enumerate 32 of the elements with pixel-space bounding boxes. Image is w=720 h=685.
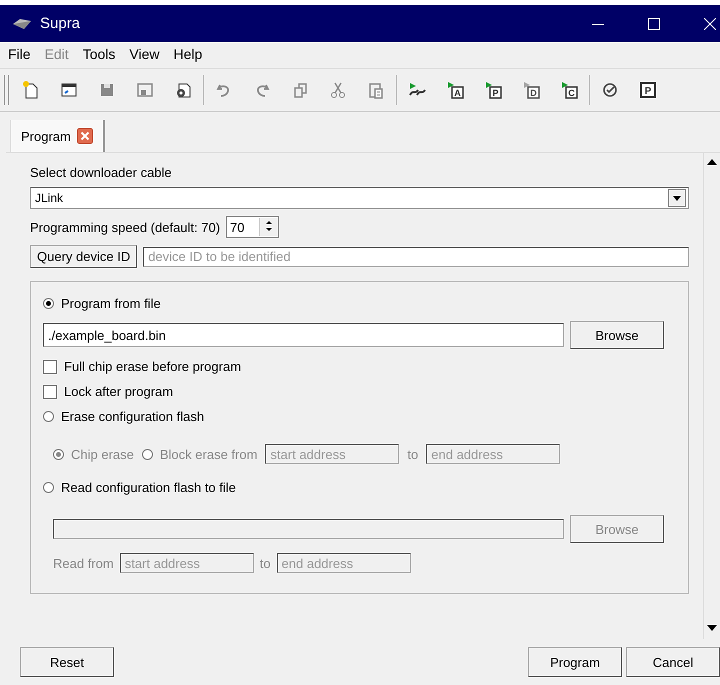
speed-spinbox[interactable]: 70 — [226, 216, 280, 238]
check-icon[interactable] — [600, 80, 620, 100]
box-icon[interactable]: P — [638, 80, 658, 100]
file-path-field[interactable]: ./example_board.bin — [43, 323, 564, 347]
tab[interactable]: Program — [10, 120, 105, 152]
read-from-label: Read from — [53, 556, 114, 570]
scrollbar[interactable] — [703, 153, 720, 639]
scroll-up-icon[interactable] — [707, 159, 717, 165]
checkbox-option[interactable]: Lock after program — [43, 384, 174, 399]
cable-dropdown[interactable]: JLink — [30, 187, 689, 209]
program-button[interactable]: Program — [528, 647, 622, 677]
cable-label: Select downloader cable — [30, 165, 173, 180]
menu-item[interactable]: View — [129, 46, 160, 64]
menu-item[interactable]: Tools — [82, 46, 116, 64]
maximize-icon[interactable] — [648, 18, 660, 30]
speed-label: Programming speed (default: 70) — [30, 220, 220, 234]
scroll-down-icon[interactable] — [707, 625, 717, 631]
radio-option[interactable]: Program from file — [43, 296, 161, 311]
cancel-button[interactable]: Cancel — [626, 647, 720, 677]
device-id-field[interactable]: device ID to be identified — [143, 246, 689, 266]
menu-item[interactable]: Help — [173, 46, 202, 64]
to-label: to — [407, 446, 418, 462]
app-icon — [12, 18, 32, 30]
browse-button[interactable]: Browse — [570, 321, 664, 349]
menu-item[interactable]: File — [8, 46, 31, 64]
reset-button[interactable]: Reset — [20, 647, 114, 677]
checkbox-option[interactable]: Full chip erase before program — [43, 359, 242, 374]
dropdown-arrow-icon — [673, 196, 681, 200]
to-label: to — [260, 556, 271, 570]
query-device-button[interactable]: Query device ID — [30, 245, 138, 268]
window-title: Supra — [40, 15, 80, 32]
spin-arrows-icon — [265, 218, 274, 234]
